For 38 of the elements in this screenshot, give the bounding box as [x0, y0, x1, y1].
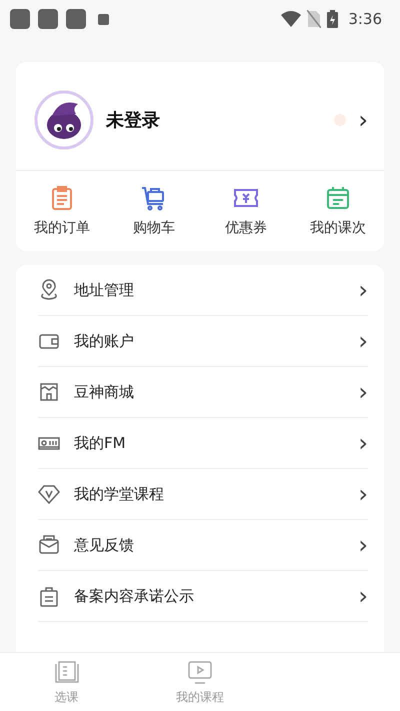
clipboard-icon — [38, 585, 60, 607]
chevron-icon: › — [358, 482, 368, 506]
menu-item[interactable]: 豆神商城 › — [38, 367, 368, 418]
shortcut-label[interactable]: 我的课次 — [310, 219, 366, 237]
vbadge-icon — [38, 483, 60, 505]
calendar-icon[interactable] — [325, 185, 351, 211]
login-status[interactable]: 未登录 — [106, 108, 160, 132]
dot-icon — [334, 114, 346, 126]
chevron-icon: › — [358, 329, 368, 353]
shortcut-label[interactable]: 我的订单 — [34, 219, 90, 237]
chevron-icon: › — [358, 380, 368, 404]
mascot-avatar-icon[interactable] — [34, 90, 94, 150]
shop-icon — [38, 381, 60, 403]
wifi-icon — [281, 11, 302, 27]
menu-item[interactable]: 我的学堂课程 › — [38, 469, 368, 520]
notification-icon — [38, 9, 58, 29]
mail-icon — [38, 534, 60, 556]
chevron-icon[interactable]: › — [358, 108, 368, 132]
order-icon[interactable] — [49, 185, 75, 211]
battery-icon — [327, 10, 338, 28]
menu-item[interactable]: 我的账户 › — [38, 316, 368, 367]
menu-item[interactable]: 意见反馈 › — [38, 520, 368, 571]
chevron-icon: › — [358, 431, 368, 455]
notification-icon — [66, 9, 86, 29]
notification-icon — [10, 9, 30, 29]
shortcut-label[interactable]: 优惠券 — [225, 219, 267, 237]
menu-item[interactable]: 地址管理 › — [38, 265, 368, 316]
shortcut-label[interactable]: 购物车 — [133, 219, 175, 237]
menu-item[interactable]: 我的FM › — [38, 418, 368, 469]
cart-icon[interactable] — [141, 185, 167, 211]
chevron-icon: › — [358, 278, 368, 302]
menu-item[interactable]: 备案内容承诺公示 › — [38, 571, 368, 622]
location-icon — [38, 279, 60, 301]
no-sim-icon — [307, 10, 322, 28]
video-icon — [186, 658, 214, 686]
chevron-icon: › — [358, 584, 368, 608]
chevron-icon: › — [358, 533, 368, 557]
clock: 3:36 — [348, 10, 382, 28]
